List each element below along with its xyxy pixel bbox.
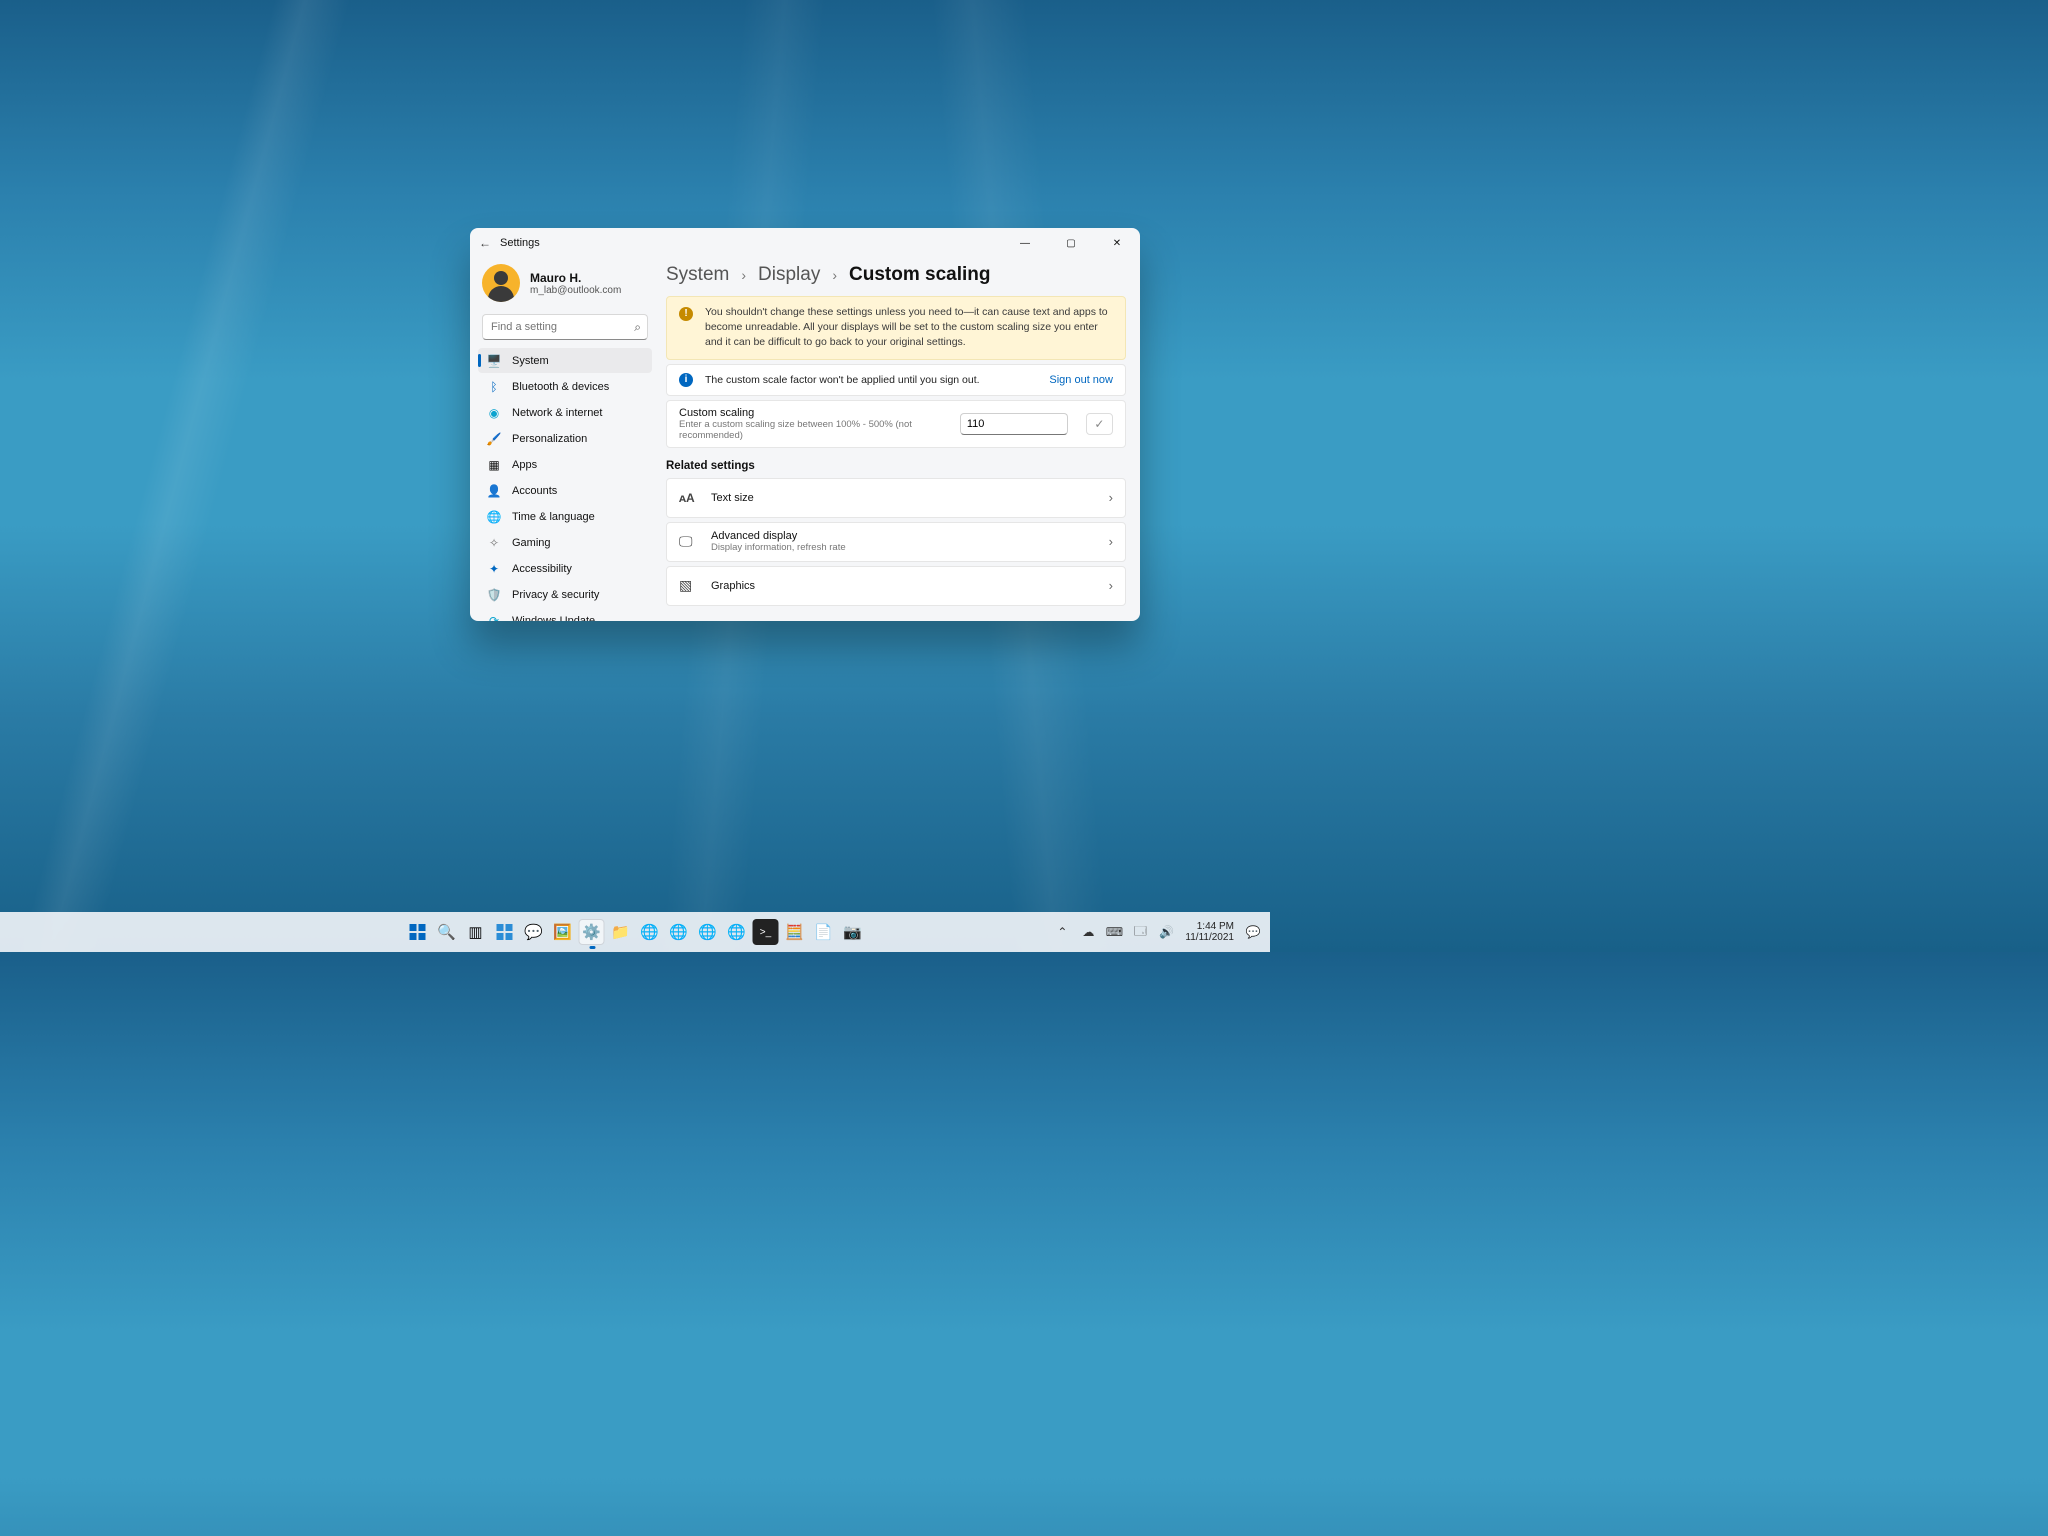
search-input[interactable] — [482, 314, 648, 340]
minimize-button[interactable]: ― — [1002, 228, 1048, 258]
related-label: Graphics — [711, 580, 755, 592]
sidebar-item-network[interactable]: ◉Network & internet — [478, 400, 652, 425]
taskbar-clock[interactable]: 1:44 PM 11/11/2021 — [1181, 921, 1238, 943]
tray-network-icon[interactable]: 🗔 — [1129, 919, 1151, 945]
tray-overflow[interactable]: ⌃ — [1051, 919, 1073, 945]
custom-scaling-description: Enter a custom scaling size between 100%… — [679, 419, 948, 441]
sidebar-item-personalization[interactable]: 🖌️Personalization — [478, 426, 652, 451]
user-name: Mauro H. — [530, 271, 621, 285]
search-button[interactable]: 🔍 — [434, 919, 460, 945]
taskbar-app-explorer[interactable]: 📁 — [608, 919, 634, 945]
apply-button[interactable]: ✓ — [1086, 413, 1113, 435]
info-text: The custom scale factor won't be applied… — [705, 374, 980, 386]
related-label: Advanced display — [711, 530, 846, 542]
privacy-icon: 🛡️ — [486, 587, 502, 603]
title-bar: ← Settings ― ▢ ✕ — [470, 228, 1140, 258]
related-graphics[interactable]: ▧ Graphics › — [666, 566, 1126, 606]
warning-banner: ! You shouldn't change these settings un… — [666, 296, 1126, 360]
search-icon: ⌕ — [634, 320, 641, 335]
apps-icon: ▦ — [486, 457, 502, 473]
chevron-right-icon: › — [1109, 490, 1113, 505]
maximize-button[interactable]: ▢ — [1048, 228, 1094, 258]
system-tray: ⌃ ☁ ⌨ 🗔 🔊 1:44 PM 11/11/2021 💬 — [1051, 919, 1264, 945]
taskbar-app-terminal[interactable]: >_ — [753, 919, 779, 945]
taskbar-app-edge[interactable]: 🌐 — [637, 919, 663, 945]
page-title: Custom scaling — [849, 264, 990, 286]
sidebar-item-gaming[interactable]: ✧Gaming — [478, 530, 652, 555]
chevron-right-icon: › — [1109, 534, 1113, 549]
related-sublabel: Display information, refresh rate — [711, 542, 846, 553]
breadcrumb-system[interactable]: System — [666, 264, 729, 286]
clock-time: 1:44 PM — [1185, 921, 1234, 932]
sidebar-item-bluetooth[interactable]: ᛒBluetooth & devices — [478, 374, 652, 399]
info-banner: i The custom scale factor won't be appli… — [666, 364, 1126, 396]
graphics-icon: ▧ — [679, 577, 697, 594]
taskbar-app-notepad[interactable]: 📄 — [811, 919, 837, 945]
sidebar-item-apps[interactable]: ▦Apps — [478, 452, 652, 477]
tray-keyboard-icon[interactable]: ⌨ — [1103, 919, 1125, 945]
breadcrumb-display[interactable]: Display — [758, 264, 820, 286]
nav-list: 🖥️System ᛒBluetooth & devices ◉Network &… — [478, 348, 652, 621]
personalization-icon: 🖌️ — [486, 431, 502, 447]
display-icon: 🖵 — [679, 533, 697, 550]
taskbar-app-edge-beta[interactable]: 🌐 — [666, 919, 692, 945]
tray-volume-icon[interactable]: 🔊 — [1155, 919, 1177, 945]
accounts-icon: 👤 — [486, 483, 502, 499]
tray-onedrive-icon[interactable]: ☁ — [1077, 919, 1099, 945]
close-button[interactable]: ✕ — [1094, 228, 1140, 258]
sidebar-item-time[interactable]: 🌐Time & language — [478, 504, 652, 529]
accessibility-icon: ✦ — [486, 561, 502, 577]
sidebar-item-update[interactable]: ⟳Windows Update — [478, 608, 652, 621]
sidebar-item-system[interactable]: 🖥️System — [478, 348, 652, 373]
info-icon: i — [679, 373, 693, 387]
taskbar-app-edge-dev[interactable]: 🌐 — [695, 919, 721, 945]
update-icon: ⟳ — [486, 613, 502, 622]
taskbar-app-edge-canary[interactable]: 🌐 — [724, 919, 750, 945]
chevron-right-icon: › — [832, 267, 837, 283]
user-email: m_lab@outlook.com — [530, 285, 621, 296]
related-label: Text size — [711, 492, 754, 504]
related-text-size[interactable]: ᴀA Text size › — [666, 478, 1126, 518]
clock-date: 11/11/2021 — [1185, 932, 1234, 943]
widgets-button[interactable] — [492, 919, 518, 945]
time-icon: 🌐 — [486, 509, 502, 525]
sidebar: Mauro H. m_lab@outlook.com ⌕ 🖥️System ᛒB… — [470, 258, 658, 621]
main-content: System › Display › Custom scaling ! You … — [658, 258, 1140, 621]
breadcrumb: System › Display › Custom scaling — [666, 264, 1126, 286]
network-icon: ◉ — [486, 405, 502, 421]
gaming-icon: ✧ — [486, 535, 502, 551]
sign-out-link[interactable]: Sign out now — [1049, 374, 1113, 386]
taskbar-center: 🔍 ▥ 💬 🖼️ ⚙️ 📁 🌐 🌐 🌐 🌐 >_ 🧮 📄 📷 — [405, 919, 866, 945]
related-settings-heading: Related settings — [666, 460, 1126, 472]
taskbar-app-calculator[interactable]: 🧮 — [782, 919, 808, 945]
avatar — [482, 264, 520, 302]
sidebar-item-accessibility[interactable]: ✦Accessibility — [478, 556, 652, 581]
user-profile[interactable]: Mauro H. m_lab@outlook.com — [478, 258, 656, 312]
taskbar-app-settings[interactable]: ⚙️ — [579, 919, 605, 945]
custom-scaling-card: Custom scaling Enter a custom scaling si… — [666, 400, 1126, 448]
chat-button[interactable]: 💬 — [521, 919, 547, 945]
taskbar[interactable]: 🔍 ▥ 💬 🖼️ ⚙️ 📁 🌐 🌐 🌐 🌐 >_ 🧮 📄 📷 ⌃ ☁ ⌨ 🗔 🔊… — [0, 912, 1270, 952]
taskbar-app-photos[interactable]: 🖼️ — [550, 919, 576, 945]
chevron-right-icon: › — [1109, 578, 1113, 593]
text-size-icon: ᴀA — [679, 491, 697, 505]
warning-text: You shouldn't change these settings unle… — [705, 305, 1113, 351]
bluetooth-icon: ᛒ — [486, 379, 502, 395]
related-advanced-display[interactable]: 🖵 Advanced display Display information, … — [666, 522, 1126, 562]
sidebar-item-privacy[interactable]: 🛡️Privacy & security — [478, 582, 652, 607]
sidebar-item-accounts[interactable]: 👤Accounts — [478, 478, 652, 503]
search-box[interactable]: ⌕ — [482, 314, 648, 340]
settings-window: ← Settings ― ▢ ✕ Mauro H. m_lab@outlook.… — [470, 228, 1140, 621]
warning-icon: ! — [679, 307, 693, 321]
tray-notifications-icon[interactable]: 💬 — [1242, 919, 1264, 945]
start-button[interactable] — [405, 919, 431, 945]
chevron-right-icon: › — [741, 267, 746, 283]
custom-scaling-input[interactable] — [960, 413, 1068, 435]
custom-scaling-label: Custom scaling — [679, 407, 948, 419]
system-icon: 🖥️ — [486, 353, 502, 369]
task-view-button[interactable]: ▥ — [463, 919, 489, 945]
taskbar-app-camera[interactable]: 📷 — [840, 919, 866, 945]
back-button[interactable]: ← — [470, 236, 500, 250]
window-title: Settings — [500, 237, 540, 249]
